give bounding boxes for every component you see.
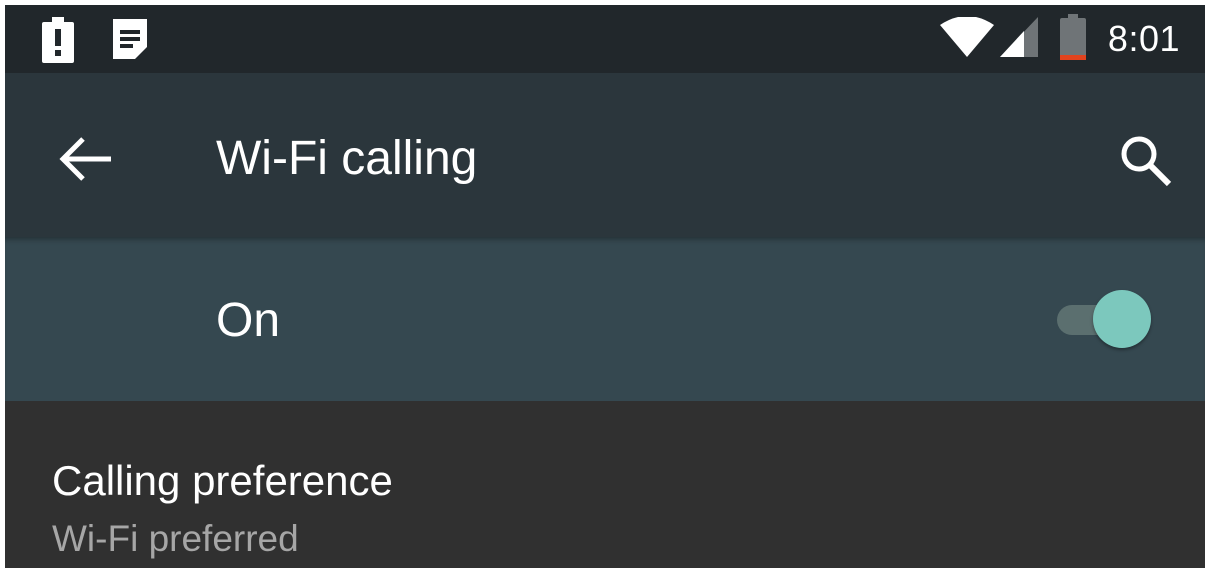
search-icon [1115, 130, 1175, 195]
battery-icon [1059, 13, 1086, 65]
alert-battery-icon [41, 17, 75, 68]
notification-icons [41, 17, 149, 68]
app-toolbar: Wi-Fi calling [5, 73, 1205, 237]
arrow-back-icon [55, 129, 115, 194]
wifi-icon [939, 15, 994, 62]
master-switch-bar[interactable]: On [5, 237, 1205, 401]
preference-title: Calling preference [52, 457, 393, 504]
switch-label: On [216, 294, 281, 347]
system-icons: 8:01 [939, 13, 1180, 65]
toggle-thumb [1093, 290, 1151, 348]
phone-screen: 8:01 Wi-Fi calling On Calling preference… [5, 5, 1205, 568]
cell-signal-icon [999, 16, 1040, 62]
preference-summary: Wi-Fi preferred [52, 518, 299, 559]
navigate-up-button[interactable] [55, 129, 115, 189]
page-title: Wi-Fi calling [216, 132, 478, 185]
search-button[interactable] [1115, 130, 1175, 190]
calling-preference-item[interactable]: Calling preference Wi-Fi preferred [5, 401, 1205, 568]
notes-icon [111, 17, 149, 68]
status-bar: 8:01 [5, 5, 1205, 73]
status-clock: 8:01 [1107, 18, 1180, 59]
wifi-calling-toggle[interactable] [1055, 289, 1155, 349]
